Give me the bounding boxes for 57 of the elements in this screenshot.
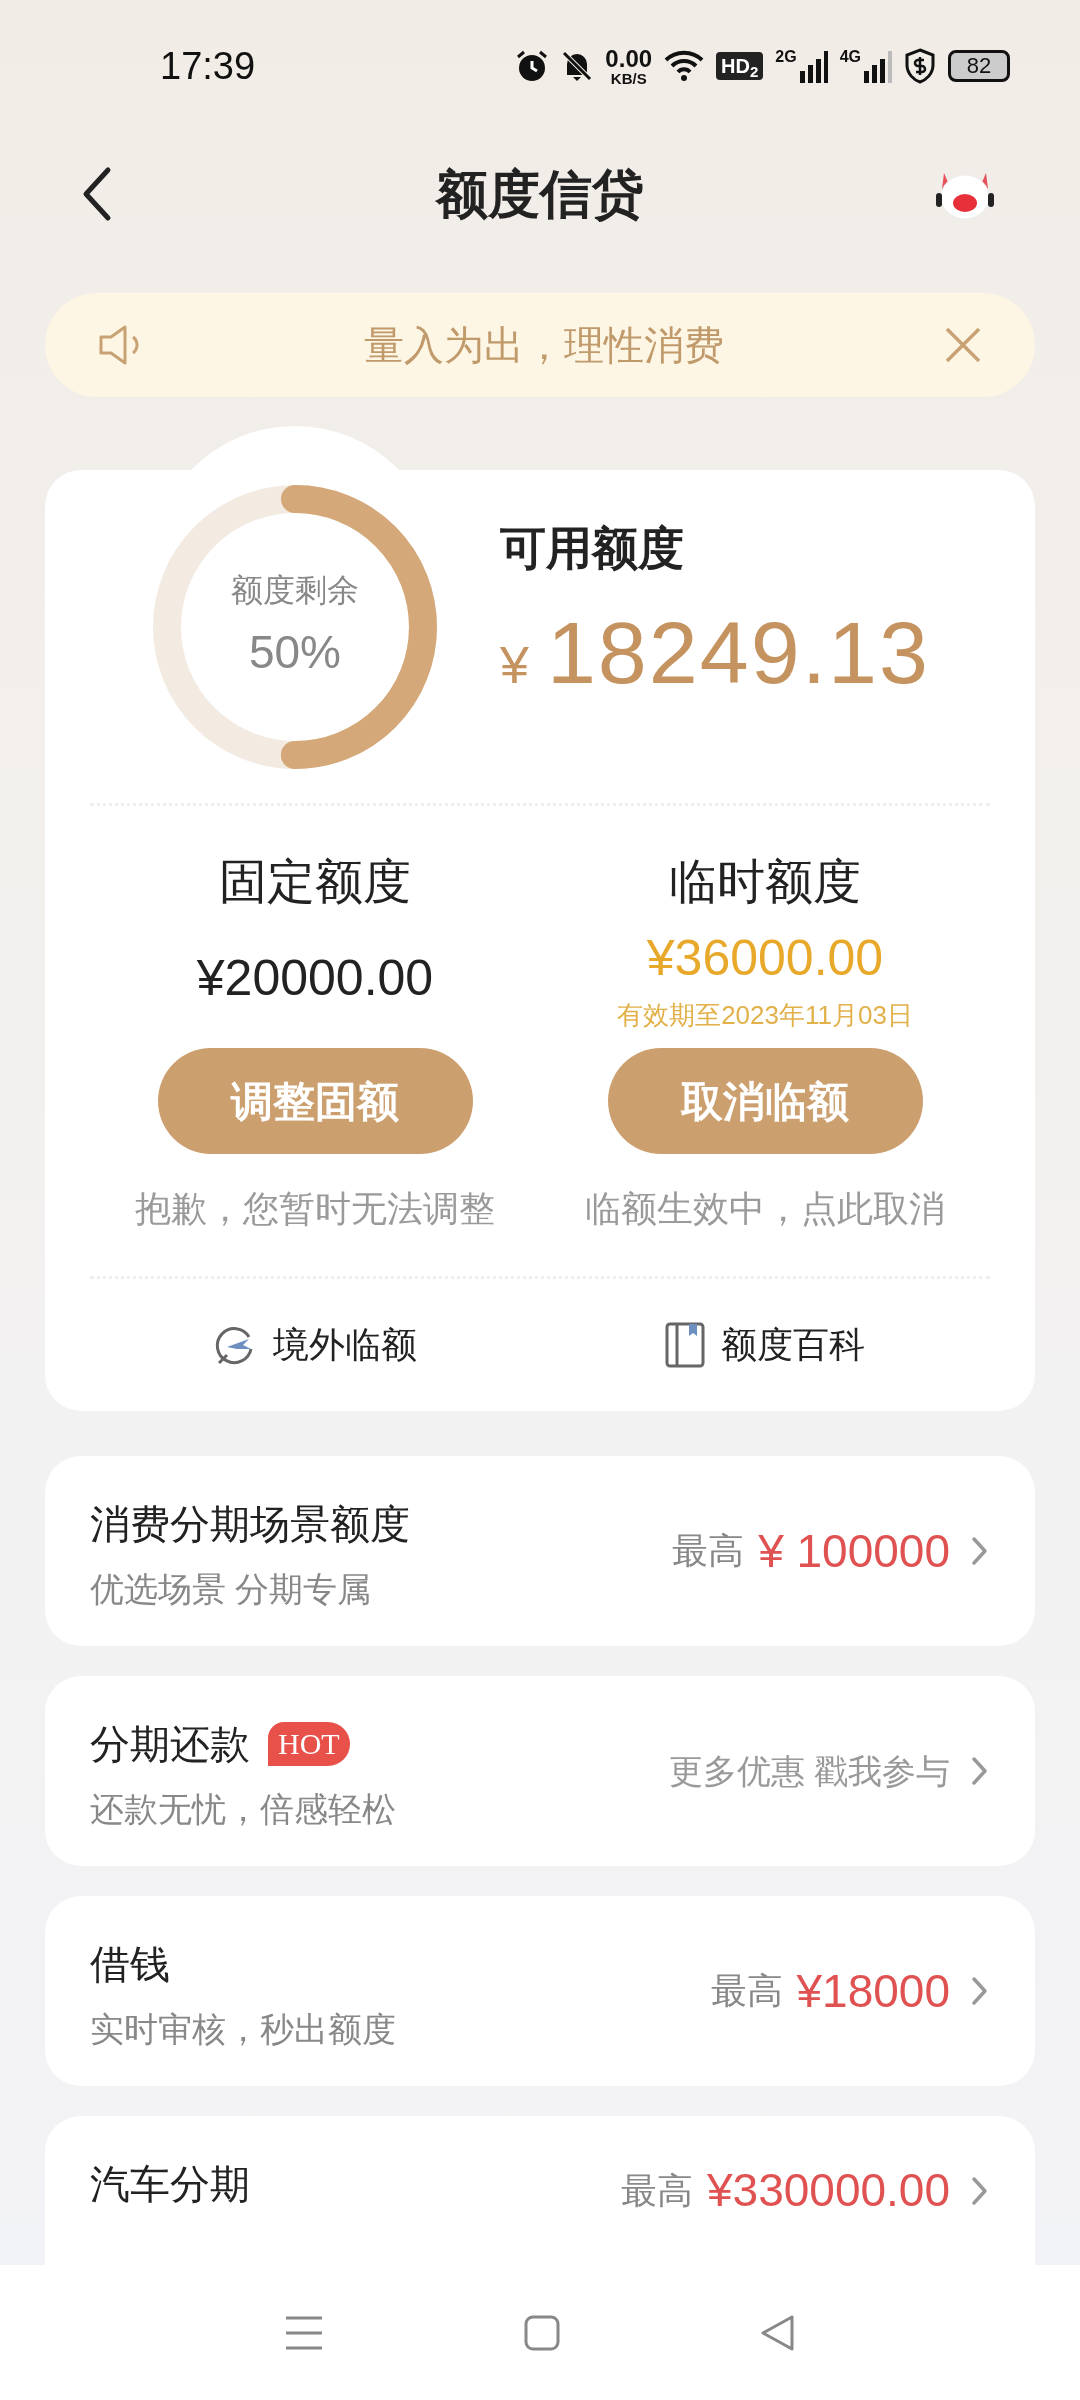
product-title: 借钱: [90, 1941, 170, 1988]
page-title: 额度信贷: [436, 164, 644, 225]
shield-dollar-icon: [904, 48, 936, 84]
product-subtitle: 优选场景 分期专属: [90, 1569, 373, 1610]
menu-icon[interactable]: [284, 2314, 324, 2351]
promo-text: 更多优惠 戳我参与: [668, 1750, 950, 1792]
battery: 82: [948, 50, 1010, 82]
chevron-right-icon: [970, 2174, 990, 2207]
available-amount: 18249.13: [546, 602, 930, 704]
hd-badge: HD$_{2}$: [716, 52, 764, 80]
product-title: 分期还款: [90, 1721, 250, 1768]
product-card[interactable]: 分期还款 HOT 还款无忧，倍感轻松 更多优惠 戳我参与: [45, 1676, 1035, 1866]
network-type: 4G: [839, 49, 861, 65]
chevron-right-icon: [970, 1975, 990, 2007]
signal-icon: [799, 51, 828, 83]
book-icon: [665, 1322, 705, 1368]
quota-amount: ¥20000.00: [196, 948, 434, 1008]
available-label: 可用额度: [500, 521, 685, 576]
product-card[interactable]: 借钱 实时审核，秒出额度 最高 ¥18000: [45, 1896, 1035, 2086]
notice-text: 量入为出，理性消费: [363, 322, 725, 369]
wifi-icon: [664, 50, 705, 82]
currency-sign: ¥: [500, 635, 529, 696]
gauge-percent: 50%: [248, 625, 342, 680]
hot-badge: HOT: [268, 1722, 350, 1766]
network-type: 2G: [775, 49, 797, 65]
product-card[interactable]: 汽车分期 最高 ¥330000.00: [45, 2116, 1035, 2265]
max-amount: ¥330000.00: [706, 2163, 950, 2218]
shortcut-link[interactable]: 额度百科: [721, 1318, 865, 1372]
gauge-label: 额度剩余: [231, 571, 359, 610]
chevron-right-icon: [970, 1535, 990, 1567]
back-icon[interactable]: [760, 2313, 796, 2352]
signal-icon: [864, 51, 892, 83]
muted-bell-icon: [561, 49, 594, 83]
alarm-icon: [515, 49, 550, 83]
max-amount: ¥18000: [796, 1963, 950, 2019]
quota-hint: 临额生效中，点此取消: [585, 1187, 945, 1231]
chevron-right-icon: [970, 1755, 990, 1787]
quota-hint: 抱歉，您暂时无法调整: [135, 1187, 495, 1231]
quota-title: 固定额度: [219, 854, 411, 910]
shortcut-link[interactable]: 境外临额: [273, 1318, 417, 1372]
product-title: 汽车分期: [90, 2161, 250, 2208]
product-card[interactable]: 消费分期场景额度 优选场景 分期专属 最高 ¥ 100000: [45, 1456, 1035, 1646]
amount-prefix: 最高: [710, 1969, 783, 2013]
amount-prefix: 最高: [620, 2168, 693, 2213]
quota-title: 临时额度: [669, 854, 861, 910]
amount-prefix: 最高: [672, 1529, 745, 1573]
home-icon[interactable]: [524, 2314, 560, 2351]
close-button[interactable]: [943, 325, 983, 365]
network-speed: 0.00: [605, 46, 653, 71]
max-amount: ¥ 100000: [758, 1523, 950, 1579]
network-speed-unit: KB/S: [610, 70, 647, 86]
quota-amount: ¥36000.00: [646, 929, 884, 988]
validity-date: 有效期至2023年11月03日: [617, 999, 913, 1032]
clock-time: 17:39: [160, 43, 256, 89]
product-subtitle: 实时审核，秒出额度: [90, 2009, 396, 2050]
product-subtitle: 还款无忧，倍感轻松: [90, 1789, 396, 1830]
product-title: 消费分期场景额度: [90, 1501, 410, 1548]
